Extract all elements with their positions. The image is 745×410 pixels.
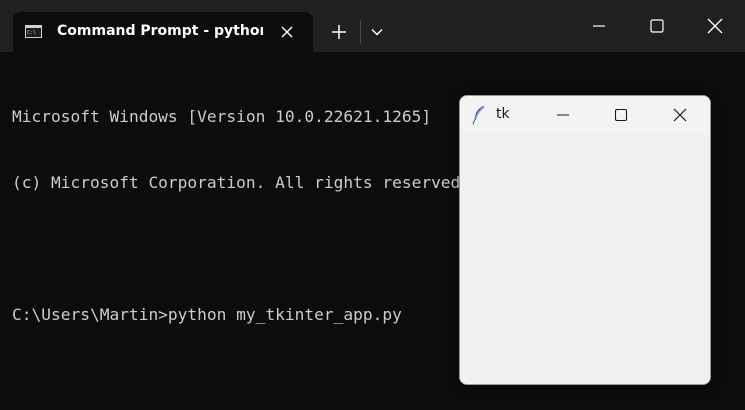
tk-close-button[interactable]: [665, 100, 695, 130]
maximize-icon: [650, 19, 664, 33]
tk-window-body[interactable]: [460, 134, 710, 384]
close-icon: [281, 26, 293, 38]
window-close-button[interactable]: [692, 8, 738, 44]
minimize-icon: [593, 25, 605, 27]
console-line: C:\Users\Martin>python my_tkinter_app.py: [12, 305, 402, 324]
console-line: (c) Microsoft Corporation. All rights re…: [12, 173, 471, 192]
tk-maximize-button[interactable]: [606, 100, 636, 130]
titlebar-divider: [360, 20, 361, 44]
tab-close-button[interactable]: [275, 20, 299, 44]
new-tab-button[interactable]: [324, 18, 354, 46]
terminal-window: C:\ Command Prompt - python my_tkinter_a…: [0, 0, 745, 410]
console-line: Microsoft Windows [Version 10.0.22621.12…: [12, 107, 432, 126]
plus-icon: [332, 25, 346, 39]
tab-dropdown-button[interactable]: [364, 18, 390, 46]
window-maximize-button[interactable]: [634, 8, 680, 44]
chevron-down-icon: [371, 28, 383, 36]
feather-icon: [472, 106, 485, 125]
tk-minimize-button[interactable]: [548, 100, 578, 130]
tab-command-prompt[interactable]: C:\ Command Prompt - python my_tkinter_a…: [13, 12, 313, 52]
close-icon: [707, 18, 723, 34]
maximize-icon: [614, 108, 628, 122]
command-prompt-icon: C:\: [25, 25, 42, 38]
svg-text:C:\: C:\: [27, 30, 36, 36]
close-icon: [673, 108, 687, 122]
tk-titlebar[interactable]: tk: [460, 96, 710, 134]
tk-window-title: tk: [496, 106, 510, 122]
console-output[interactable]: Microsoft Windows [Version 10.0.22621.12…: [12, 62, 470, 370]
terminal-titlebar: C:\ Command Prompt - python my_tkinter_a…: [0, 0, 745, 52]
minimize-icon: [557, 114, 569, 116]
tk-window[interactable]: tk: [459, 95, 711, 385]
tab-title: Command Prompt - python my_tkinter_app.p…: [57, 23, 263, 39]
window-minimize-button[interactable]: [576, 8, 622, 44]
